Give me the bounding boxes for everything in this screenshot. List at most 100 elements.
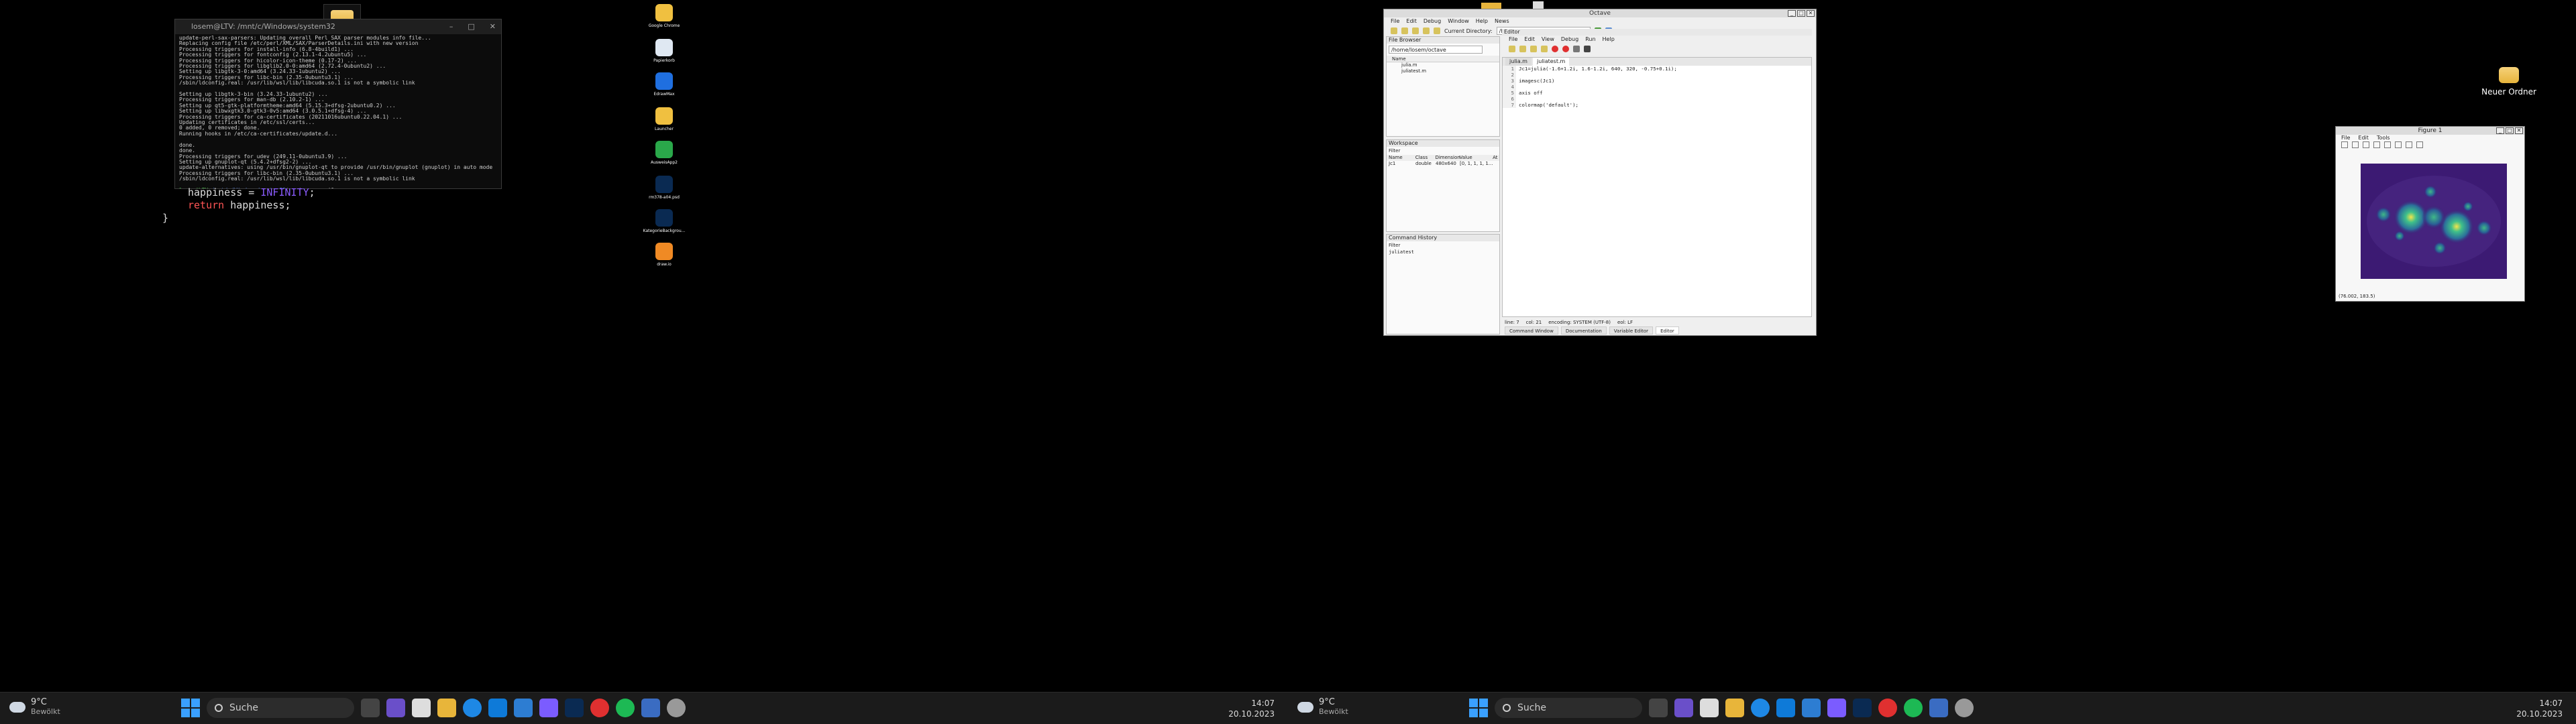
desktop-icon[interactable]: Google Chrome [634, 4, 694, 28]
notepad-icon[interactable] [1700, 699, 1719, 717]
terminal-output[interactable]: update-perl-sax-parsers: Updating overal… [175, 34, 501, 188]
menu-item[interactable]: News [1495, 17, 1509, 25]
code-line[interactable] [1519, 72, 1677, 78]
start-button[interactable] [1469, 699, 1488, 717]
spotify-icon[interactable] [616, 699, 635, 717]
desktop-icon-new-folder[interactable]: Neuer Ordner [2479, 67, 2539, 97]
teams-icon[interactable] [386, 699, 405, 717]
code-line[interactable] [1519, 96, 1677, 102]
bottom-tab[interactable]: Editor [1656, 326, 1679, 335]
menu-item[interactable]: Help [1603, 36, 1615, 44]
desktop-icon[interactable]: draw.io [634, 243, 694, 267]
undo-icon[interactable] [1434, 27, 1440, 34]
editor-panel[interactable]: julia.m juliatest.m 1234567 Jc1=julia(-1.… [1502, 57, 1812, 317]
menu-item[interactable]: Edit [2358, 135, 2369, 141]
workspace-filter[interactable]: Filter [1387, 147, 1499, 155]
menu-item[interactable]: Debug [1424, 17, 1441, 25]
minimize-icon[interactable]: _ [1788, 10, 1796, 17]
bottom-tab[interactable]: Documentation [1560, 326, 1607, 335]
clock[interactable]: 14:07 20.10.2023 [1228, 698, 1275, 719]
search-box[interactable]: Suche [1495, 698, 1642, 718]
teams-icon[interactable] [1674, 699, 1693, 717]
code-line[interactable]: axis off [1519, 90, 1677, 96]
octave-app-icon[interactable] [1955, 699, 1974, 717]
file-browser-path[interactable]: /home/losem/octave [1389, 46, 1483, 54]
run-icon[interactable] [1573, 46, 1580, 52]
desktop-icon[interactable]: Launcher [634, 107, 694, 131]
opera-icon[interactable] [590, 699, 609, 717]
open-folder-icon[interactable] [1401, 27, 1408, 34]
task-view-icon[interactable] [361, 699, 380, 717]
menu-item[interactable]: Debug [1561, 36, 1578, 44]
start-button[interactable] [181, 699, 200, 717]
figure-window[interactable]: Figure 1 _ □ ✕ File Edit Tools (76.002, … [2335, 126, 2525, 302]
desktop-icon[interactable]: AusweisApp2 [634, 141, 694, 165]
file-item[interactable]: juliatest.m [1387, 68, 1499, 74]
discord-icon[interactable] [539, 699, 558, 717]
desktop-icon[interactable]: KategorieBackgrou... [634, 209, 694, 233]
menu-item[interactable]: Edit [1524, 36, 1535, 44]
menu-item[interactable]: Run [1585, 36, 1595, 44]
explorer-icon[interactable] [437, 699, 456, 717]
editor-tab[interactable]: juliatest.m [1532, 58, 1570, 66]
weather-widget[interactable]: 9°C Bewölkt [1297, 698, 1348, 717]
editor-code[interactable]: Jc1=julia(-1.6+1.2i, 1.6-1.2i, 640, 320,… [1516, 66, 1677, 108]
workspace-col-header[interactable]: At [1493, 155, 1499, 161]
history-item[interactable]: juliatest [1389, 249, 1499, 255]
desktop-icon[interactable]: EdrawMax [634, 72, 694, 97]
workspace-col-header[interactable]: Value [1459, 155, 1493, 161]
desktop-icon[interactable]: rm378-a04.psd [634, 176, 694, 200]
editor-tab[interactable]: julia.m [1505, 58, 1532, 66]
bottom-tab[interactable]: Variable Editor [1609, 326, 1654, 335]
maximize-icon[interactable]: □ [1797, 10, 1805, 17]
menu-item[interactable]: File [1509, 36, 1517, 44]
menu-item[interactable]: File [2341, 135, 2350, 141]
desktop-icon[interactable]: Papierkorb [634, 39, 694, 63]
maximize-icon[interactable]: □ [2506, 127, 2514, 134]
breakpoint-icon[interactable] [1552, 46, 1558, 52]
task-view-icon[interactable] [1649, 699, 1668, 717]
code-line[interactable]: Jc1=julia(-1.6+1.2i, 1.6-1.2i, 640, 320,… [1519, 66, 1677, 72]
copy-icon[interactable] [1412, 27, 1419, 34]
code-line[interactable]: imagesc(Jc1) [1519, 78, 1677, 84]
grid-icon[interactable] [2416, 141, 2423, 148]
figure-title-bar[interactable]: Figure 1 _ □ ✕ [2336, 127, 2524, 135]
workspace-col-header[interactable]: Name [1389, 155, 1415, 161]
new-script-icon[interactable] [1509, 46, 1515, 52]
zoom-out-icon[interactable] [2373, 141, 2380, 148]
workspace-row[interactable]: Jc1 double 480x640 [0, 1, 1, 1, 1... [1387, 161, 1499, 167]
edge-icon[interactable] [1751, 699, 1770, 717]
discord-icon[interactable] [1827, 699, 1846, 717]
axes-icon[interactable] [2406, 141, 2412, 148]
terminal-app-icon[interactable] [641, 699, 660, 717]
menu-item[interactable]: Help [1476, 17, 1488, 25]
new-file-icon[interactable] [1391, 27, 1397, 34]
minimize-icon[interactable]: _ [2496, 127, 2504, 134]
menu-item[interactable]: Tools [2377, 135, 2390, 141]
opera-icon[interactable] [1878, 699, 1897, 717]
octave-app-icon[interactable] [667, 699, 686, 717]
menu-item[interactable]: File [1391, 17, 1399, 25]
terminal-window[interactable]: losem@LTV: /mnt/c/Windows/system32 – □ ✕… [174, 19, 502, 189]
bottom-tab[interactable]: Command Window [1505, 326, 1558, 335]
spotify-icon[interactable] [1904, 699, 1923, 717]
julia-set-plot[interactable] [2361, 164, 2507, 279]
terminal-app-icon[interactable] [1929, 699, 1948, 717]
minimize-icon[interactable]: – [449, 19, 453, 34]
open-script-icon[interactable] [1519, 46, 1526, 52]
save-icon[interactable] [1530, 46, 1537, 52]
zoom-icon[interactable] [2384, 141, 2391, 148]
maximize-icon[interactable]: □ [468, 19, 474, 34]
print-icon[interactable] [1541, 46, 1548, 52]
photoshop-icon[interactable] [1853, 699, 1872, 717]
zoom-in-icon[interactable] [2363, 141, 2369, 148]
menu-item[interactable]: Window [1448, 17, 1469, 25]
notepad-icon[interactable] [412, 699, 431, 717]
stop-icon[interactable] [1584, 46, 1591, 52]
rotate-icon[interactable] [2352, 141, 2359, 148]
pan-icon[interactable] [2341, 141, 2348, 148]
history-filter[interactable]: Filter [1387, 241, 1499, 249]
code-line[interactable] [1519, 84, 1677, 90]
search-box[interactable]: Suche [207, 698, 354, 718]
file-item[interactable]: julia.m [1387, 62, 1499, 68]
